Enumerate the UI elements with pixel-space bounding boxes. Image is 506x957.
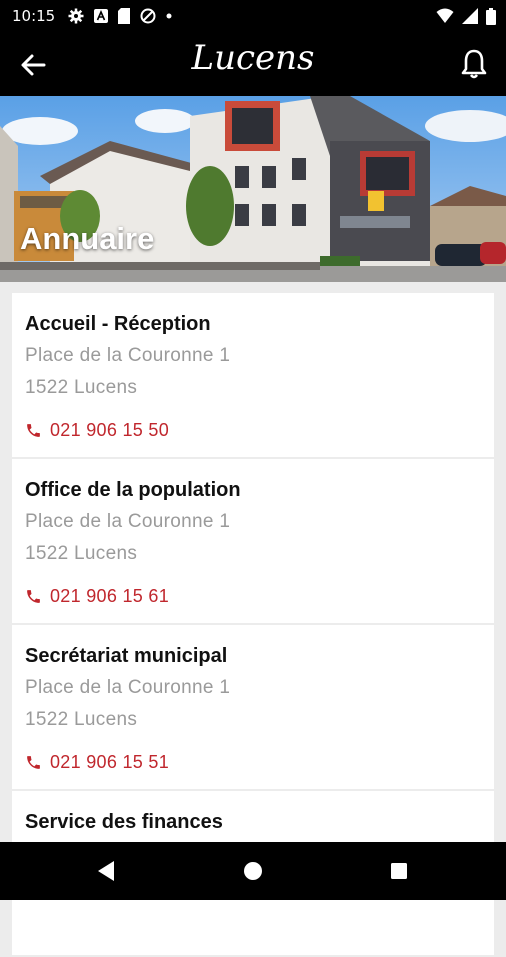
dot-icon [166, 13, 172, 19]
status-bar: 10:15 [0, 0, 506, 32]
entry-address-line1: Place de la Couronne 1 [25, 677, 231, 698]
app-logo: Lucens [191, 38, 315, 78]
entry-phone-link[interactable]: 021 906 15 51 [25, 752, 169, 773]
status-notification-icons [68, 7, 172, 25]
entry-phone-number: 021 906 15 50 [50, 420, 170, 440]
entry-address-line1: Place de la Couronne 1 [25, 511, 231, 532]
settings-gear-icon [68, 8, 84, 24]
entry-name: Secrétariat municipal [25, 645, 228, 667]
sd-card-icon [118, 8, 130, 24]
status-time: 10:15 [12, 7, 56, 25]
phone-icon [27, 756, 40, 769]
status-system-icons [436, 7, 496, 25]
entry-name: Office de la population [25, 479, 241, 501]
directory-card[interactable]: Office de la population Place de la Cour… [12, 459, 494, 623]
entry-address-line2: 1522 Lucens [25, 377, 138, 398]
entry-phone-link[interactable]: 021 906 15 50 [25, 420, 169, 441]
directory-card[interactable]: Secrétariat municipal Place de la Couron… [12, 625, 494, 789]
wifi-icon [436, 8, 454, 23]
nav-recents-icon[interactable] [384, 856, 414, 886]
battery-icon [486, 7, 496, 25]
phone-icon [27, 590, 40, 603]
hero-banner: Annuaire [0, 96, 506, 282]
cell-signal-icon [462, 8, 478, 24]
entry-phone-number: 021 906 15 51 [50, 752, 170, 772]
app-a-icon [94, 9, 108, 23]
nav-back-icon[interactable] [92, 856, 122, 886]
entry-phone-link[interactable]: 021 906 15 61 [25, 586, 169, 607]
nav-home-icon[interactable] [238, 856, 268, 886]
data-saver-icon [140, 8, 156, 24]
entry-address-line1: Place de la Couronne 1 [25, 345, 231, 366]
entry-address-line2: 1522 Lucens [25, 543, 138, 564]
directory-card[interactable]: Accueil - Réception Place de la Couronne… [12, 293, 494, 457]
notification-bell-icon[interactable] [460, 48, 488, 80]
system-nav-bar [0, 842, 506, 900]
app-bar: Lucens [0, 32, 506, 96]
entry-phone-number: 021 906 15 61 [50, 586, 170, 606]
entry-name: Accueil - Réception [25, 313, 211, 335]
entry-name: Service des finances [25, 811, 223, 833]
phone-icon [27, 424, 40, 437]
entry-address-line2: 1522 Lucens [25, 709, 138, 730]
page-title: Annuaire [20, 221, 155, 256]
